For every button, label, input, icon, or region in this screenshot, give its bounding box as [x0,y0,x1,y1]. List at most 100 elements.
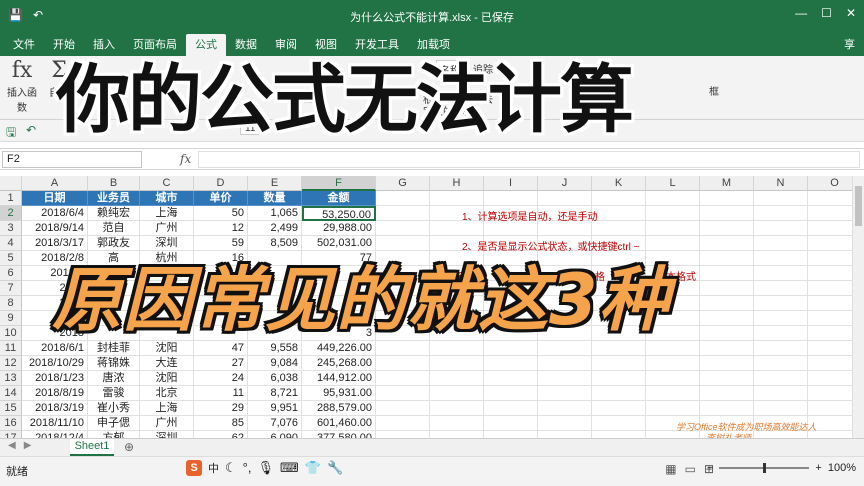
table-cell[interactable]: 2018/3/19 [22,401,88,416]
empty-cell[interactable] [538,371,592,386]
minimize-icon[interactable]: — [795,6,807,20]
vertical-scrollbar[interactable] [852,176,864,438]
empty-cell[interactable] [754,386,808,401]
empty-cell[interactable] [808,341,852,356]
empty-cell[interactable] [592,401,646,416]
table-header-cell[interactable]: 数量 [248,191,302,206]
empty-cell[interactable] [376,431,430,438]
empty-cell[interactable] [754,221,808,236]
empty-cell[interactable] [538,401,592,416]
normal-view-icon[interactable]: ▦ [665,462,676,476]
table-cell[interactable]: 9,951 [248,401,302,416]
page-layout-view-icon[interactable]: ▭ [685,462,696,476]
empty-cell[interactable] [700,386,754,401]
empty-cell[interactable] [592,386,646,401]
empty-cell[interactable] [754,266,808,281]
table-cell[interactable]: 赖纯宏 [88,206,140,221]
table-cell[interactable]: 7,076 [248,416,302,431]
empty-cell[interactable] [700,206,754,221]
table-cell[interactable]: 2018/6/4 [22,206,88,221]
tab-file[interactable]: 文件 [4,34,44,56]
table-cell[interactable]: 62 [194,431,248,438]
empty-cell[interactable] [700,341,754,356]
table-cell[interactable]: 2018/9/14 [22,221,88,236]
table-cell[interactable]: 雷骏 [88,386,140,401]
empty-cell[interactable] [808,296,852,311]
table-cell[interactable]: 范自 [88,221,140,236]
empty-cell[interactable] [808,356,852,371]
tab-share[interactable]: 享 [835,34,864,56]
empty-cell[interactable] [484,221,538,236]
empty-cell[interactable] [754,251,808,266]
save-small-icon[interactable]: 🖫 [6,123,16,144]
empty-cell[interactable] [754,311,808,326]
empty-cell[interactable] [700,191,754,206]
table-cell[interactable]: 144,912.00 [302,371,376,386]
empty-cell[interactable] [754,326,808,341]
empty-cell[interactable] [808,386,852,401]
empty-cell[interactable] [700,326,754,341]
column-header-h[interactable]: H [430,176,484,191]
empty-cell[interactable] [538,431,592,438]
row-header-11[interactable]: 11 [0,341,22,356]
empty-cell[interactable] [808,206,852,221]
table-cell[interactable]: 2018/11/10 [22,416,88,431]
table-cell[interactable]: 2018/1/23 [22,371,88,386]
row-header-15[interactable]: 15 [0,401,22,416]
table-cell[interactable]: 6,090 [248,431,302,438]
empty-cell[interactable] [484,431,538,438]
empty-cell[interactable] [430,431,484,438]
column-header-o[interactable]: O [808,176,852,191]
empty-cell[interactable] [376,356,430,371]
column-header-c[interactable]: C [140,176,194,191]
table-cell[interactable]: 上海 [140,206,194,221]
keyboard-icon[interactable]: ⌨ [280,460,299,476]
empty-cell[interactable] [430,356,484,371]
empty-cell[interactable] [376,371,430,386]
table-cell[interactable]: 6,038 [248,371,302,386]
column-header-j[interactable]: J [538,176,592,191]
empty-cell[interactable] [484,386,538,401]
empty-cell[interactable] [592,191,646,206]
table-cell[interactable]: 深圳 [140,431,194,438]
empty-cell[interactable] [646,221,700,236]
select-all-corner[interactable] [0,176,22,191]
table-cell[interactable]: 方郁 [88,431,140,438]
column-header-n[interactable]: N [754,176,808,191]
row-header-13[interactable]: 13 [0,371,22,386]
empty-cell[interactable] [646,206,700,221]
empty-cell[interactable] [700,236,754,251]
table-cell[interactable]: 上海 [140,401,194,416]
empty-cell[interactable] [808,251,852,266]
empty-cell[interactable] [484,356,538,371]
empty-cell[interactable] [646,371,700,386]
table-cell[interactable]: 27 [194,356,248,371]
empty-cell[interactable] [592,356,646,371]
empty-cell[interactable] [754,236,808,251]
row-header-6[interactable]: 6 [0,266,22,281]
table-header-cell[interactable]: 金额 [302,191,376,206]
fx-label[interactable]: fx [180,152,191,166]
table-cell[interactable]: 2018/10/29 [22,356,88,371]
table-cell[interactable]: 广州 [140,416,194,431]
table-cell[interactable]: 12 [194,221,248,236]
empty-cell[interactable] [700,401,754,416]
empty-cell[interactable] [592,431,646,438]
empty-cell[interactable] [754,281,808,296]
table-header-cell[interactable]: 业务员 [88,191,140,206]
table-cell[interactable]: 2,499 [248,221,302,236]
zoom-level[interactable]: 100% [828,462,856,474]
sheet-tab-sheet1[interactable]: Sheet1 [70,439,114,456]
empty-cell[interactable] [430,416,484,431]
zoom-knob[interactable] [763,463,767,473]
empty-cell[interactable] [430,221,484,236]
empty-cell[interactable] [754,191,808,206]
table-cell[interactable]: 377,580.00 [302,431,376,438]
empty-cell[interactable] [700,281,754,296]
column-header-m[interactable]: M [700,176,754,191]
maximize-icon[interactable]: ☐ [821,6,832,20]
punctuation-icon[interactable]: °, [243,460,252,476]
empty-cell[interactable] [484,371,538,386]
empty-cell[interactable] [538,221,592,236]
table-cell[interactable]: 1,065 [248,206,302,221]
